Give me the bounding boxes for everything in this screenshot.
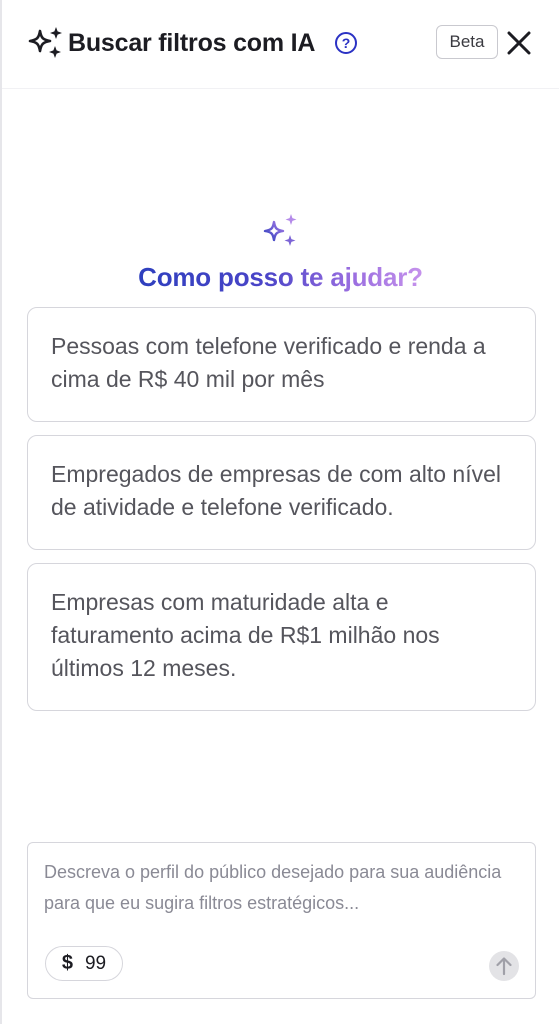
prompt-input[interactable] [44,857,514,927]
ai-filter-panel: Buscar filtros com IA ? Beta Como posso … [0,0,559,1024]
credits-badge: $ 99 [45,946,123,981]
suggestion-card[interactable]: Empregados de empresas de com alto nível… [27,435,536,550]
beta-badge: Beta [436,25,498,59]
question-circle-icon[interactable]: ? [335,32,357,54]
send-button[interactable] [489,951,519,981]
sparkles-icon [28,27,62,58]
suggestion-card[interactable]: Empresas com maturidade alta e faturamen… [27,563,536,711]
hero-title: Como posso te ajudar? [2,260,559,294]
panel-title: Buscar filtros com IA [68,29,316,57]
credits-symbol: $ [61,952,73,974]
suggestion-card[interactable]: Pessoas com telefone verificado e renda … [27,307,536,422]
sparkles-icon [263,214,297,246]
prompt-composer: $ 99 [27,842,536,999]
arrow-up-icon [496,957,512,976]
close-icon[interactable] [504,28,534,58]
panel-header: Buscar filtros com IA ? Beta [2,0,559,89]
hero-title-text: Como posso te ajudar? [138,262,423,292]
credits-value: 99 [84,952,107,974]
